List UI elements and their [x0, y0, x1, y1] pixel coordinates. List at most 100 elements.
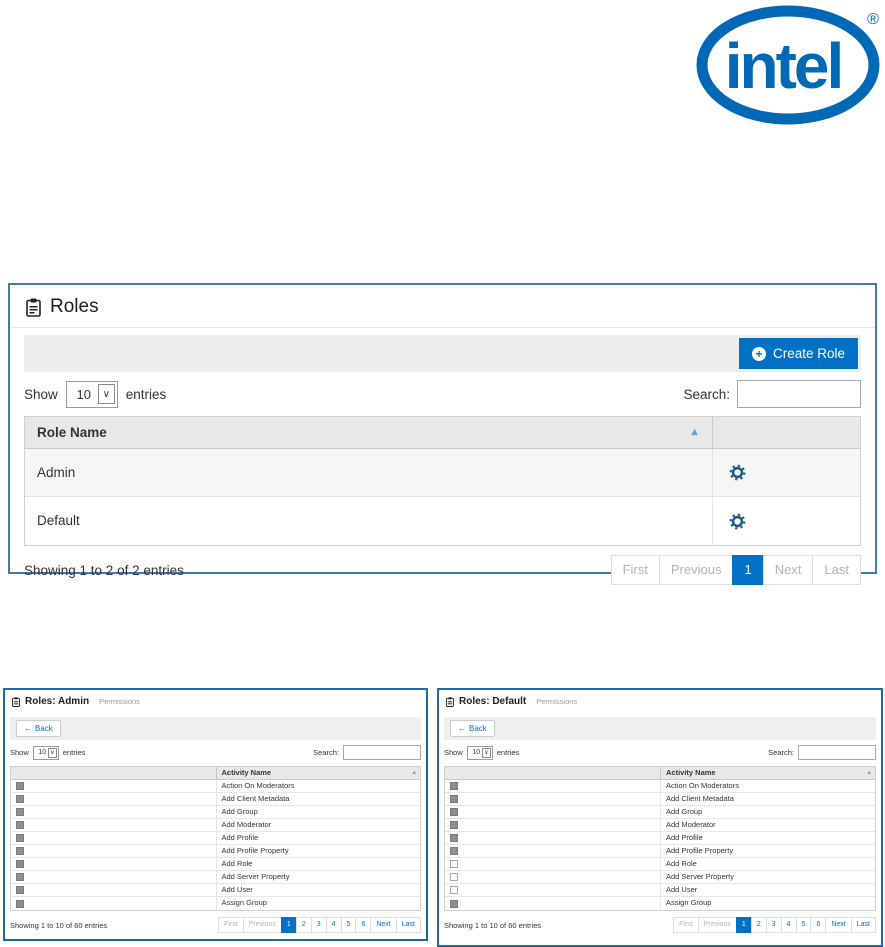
activity-name-column-header[interactable]: Activity Name ▲	[216, 767, 421, 779]
select-arrow-icon: ∨	[482, 748, 491, 758]
activity-checkbox[interactable]	[16, 860, 24, 868]
activity-checkbox[interactable]	[450, 873, 458, 881]
page-number-button[interactable]: 3	[766, 917, 782, 933]
admin-table-footer: Showing 1 to 10 of 60 entries First Prev…	[10, 917, 421, 933]
activity-checkbox[interactable]	[16, 834, 24, 842]
actions-column-header	[712, 417, 860, 448]
activity-checkbox[interactable]	[450, 900, 458, 908]
panel-title: Roles: Admin	[25, 696, 89, 707]
activity-row: Add Group	[11, 806, 420, 819]
activity-row: Add Role	[11, 858, 420, 871]
activity-name-cell: Add Role	[216, 858, 421, 870]
create-role-button[interactable]: + Create Role	[739, 338, 858, 369]
page-first-button[interactable]: First	[673, 917, 699, 933]
role-name-column-header[interactable]: Role Name ▲	[25, 417, 712, 448]
activity-name-cell: Add User	[216, 884, 421, 896]
page-first-button[interactable]: First	[611, 555, 660, 585]
search-input[interactable]	[737, 380, 861, 408]
pagination: First Previous 1 Next Last	[612, 555, 861, 585]
page-size-select[interactable]: 10 ∨	[66, 381, 118, 408]
page-number-button[interactable]: 2	[296, 917, 312, 933]
activity-checkbox[interactable]	[450, 847, 458, 855]
entries-label: entries	[63, 748, 86, 757]
activity-checkbox[interactable]	[450, 821, 458, 829]
intel-registered-mark: ®	[867, 11, 879, 28]
page-number-button[interactable]: 1	[736, 917, 752, 933]
activity-checkbox[interactable]	[16, 808, 24, 816]
page-next-button[interactable]: Next	[763, 555, 814, 585]
entries-info: Showing 1 to 2 of 2 entries	[24, 563, 184, 578]
plus-circle-icon: +	[752, 347, 766, 361]
page-number-button[interactable]: 3	[311, 917, 327, 933]
search-input[interactable]	[343, 745, 421, 760]
page-number-button[interactable]: 1	[281, 917, 297, 933]
table-row: Default	[25, 497, 860, 545]
activity-checkbox[interactable]	[16, 900, 24, 908]
default-panel-header: Roles: Default Permissions	[439, 690, 881, 711]
page-size-select[interactable]: 10 ∨	[33, 746, 59, 760]
role-actions-cell	[712, 497, 860, 545]
checkbox-cell	[11, 793, 216, 805]
checkbox-cell	[11, 871, 216, 883]
page-size-select[interactable]: 10 ∨	[467, 746, 493, 760]
checkbox-cell	[11, 819, 216, 831]
activity-row: Add Profile	[11, 832, 420, 845]
activity-checkbox[interactable]	[450, 808, 458, 816]
checkbox-cell	[11, 884, 216, 896]
activity-name-column-header[interactable]: Activity Name ▲	[660, 767, 875, 779]
page-last-button[interactable]: Last	[396, 917, 421, 933]
page-first-button[interactable]: First	[218, 917, 244, 933]
back-button[interactable]: ← Back	[16, 720, 61, 737]
page-number-button[interactable]: 5	[341, 917, 357, 933]
create-role-label: Create Role	[773, 346, 845, 361]
page-number-button[interactable]: 1	[732, 555, 763, 585]
checkbox-cell	[445, 819, 660, 831]
search-input[interactable]	[798, 745, 876, 760]
activity-checkbox[interactable]	[450, 834, 458, 842]
activity-checkbox[interactable]	[16, 886, 24, 894]
checkbox-cell	[445, 897, 660, 910]
page-next-button[interactable]: Next	[370, 917, 396, 933]
activity-checkbox[interactable]	[16, 873, 24, 881]
activity-checkbox[interactable]	[450, 886, 458, 894]
activity-checkbox[interactable]	[16, 821, 24, 829]
page-previous-button[interactable]: Previous	[659, 555, 734, 585]
search-label: Search:	[683, 387, 730, 402]
page-previous-button[interactable]: Previous	[243, 917, 282, 933]
activity-checkbox[interactable]	[450, 860, 458, 868]
page-number-button[interactable]: 6	[355, 917, 371, 933]
roles-panel-header: Roles	[10, 285, 875, 328]
activity-row: Add Server Property	[445, 871, 875, 884]
intel-logo-text: intel	[725, 30, 842, 102]
back-arrow-icon: ←	[24, 724, 32, 733]
pagination: First Previous 1 2 3 4 5 6 Next Last	[674, 917, 876, 933]
activity-checkbox[interactable]	[450, 782, 458, 790]
activity-row: Add Profile Property	[11, 845, 420, 858]
page-number-button[interactable]: 4	[326, 917, 342, 933]
activity-checkbox[interactable]	[16, 782, 24, 790]
page-last-button[interactable]: Last	[812, 555, 861, 585]
activity-name-cell: Add User	[660, 884, 875, 896]
activity-checkbox[interactable]	[16, 795, 24, 803]
roles-admin-panel: Roles: Admin Permissions ← Back Show 10 …	[3, 688, 428, 941]
page-previous-button[interactable]: Previous	[698, 917, 737, 933]
select-arrow-icon: ∨	[98, 384, 115, 404]
page-number-button[interactable]: 2	[751, 917, 767, 933]
activity-row: Assign Group	[11, 897, 420, 910]
activity-checkbox[interactable]	[450, 795, 458, 803]
page-last-button[interactable]: Last	[851, 917, 876, 933]
search-area: Search:	[768, 745, 876, 760]
back-button[interactable]: ← Back	[450, 720, 495, 737]
page-number-button[interactable]: 4	[781, 917, 797, 933]
activity-row: Add Moderator	[445, 819, 875, 832]
page-next-button[interactable]: Next	[825, 917, 851, 933]
gear-icon[interactable]	[729, 513, 746, 530]
role-name-header-label: Role Name	[37, 425, 107, 440]
gear-icon[interactable]	[729, 464, 746, 481]
page-number-button[interactable]: 5	[796, 917, 812, 933]
activity-row: Add Role	[445, 858, 875, 871]
sort-asc-icon: ▲	[867, 767, 872, 779]
page-number-button[interactable]: 6	[810, 917, 826, 933]
search-label: Search:	[313, 748, 339, 757]
activity-checkbox[interactable]	[16, 847, 24, 855]
